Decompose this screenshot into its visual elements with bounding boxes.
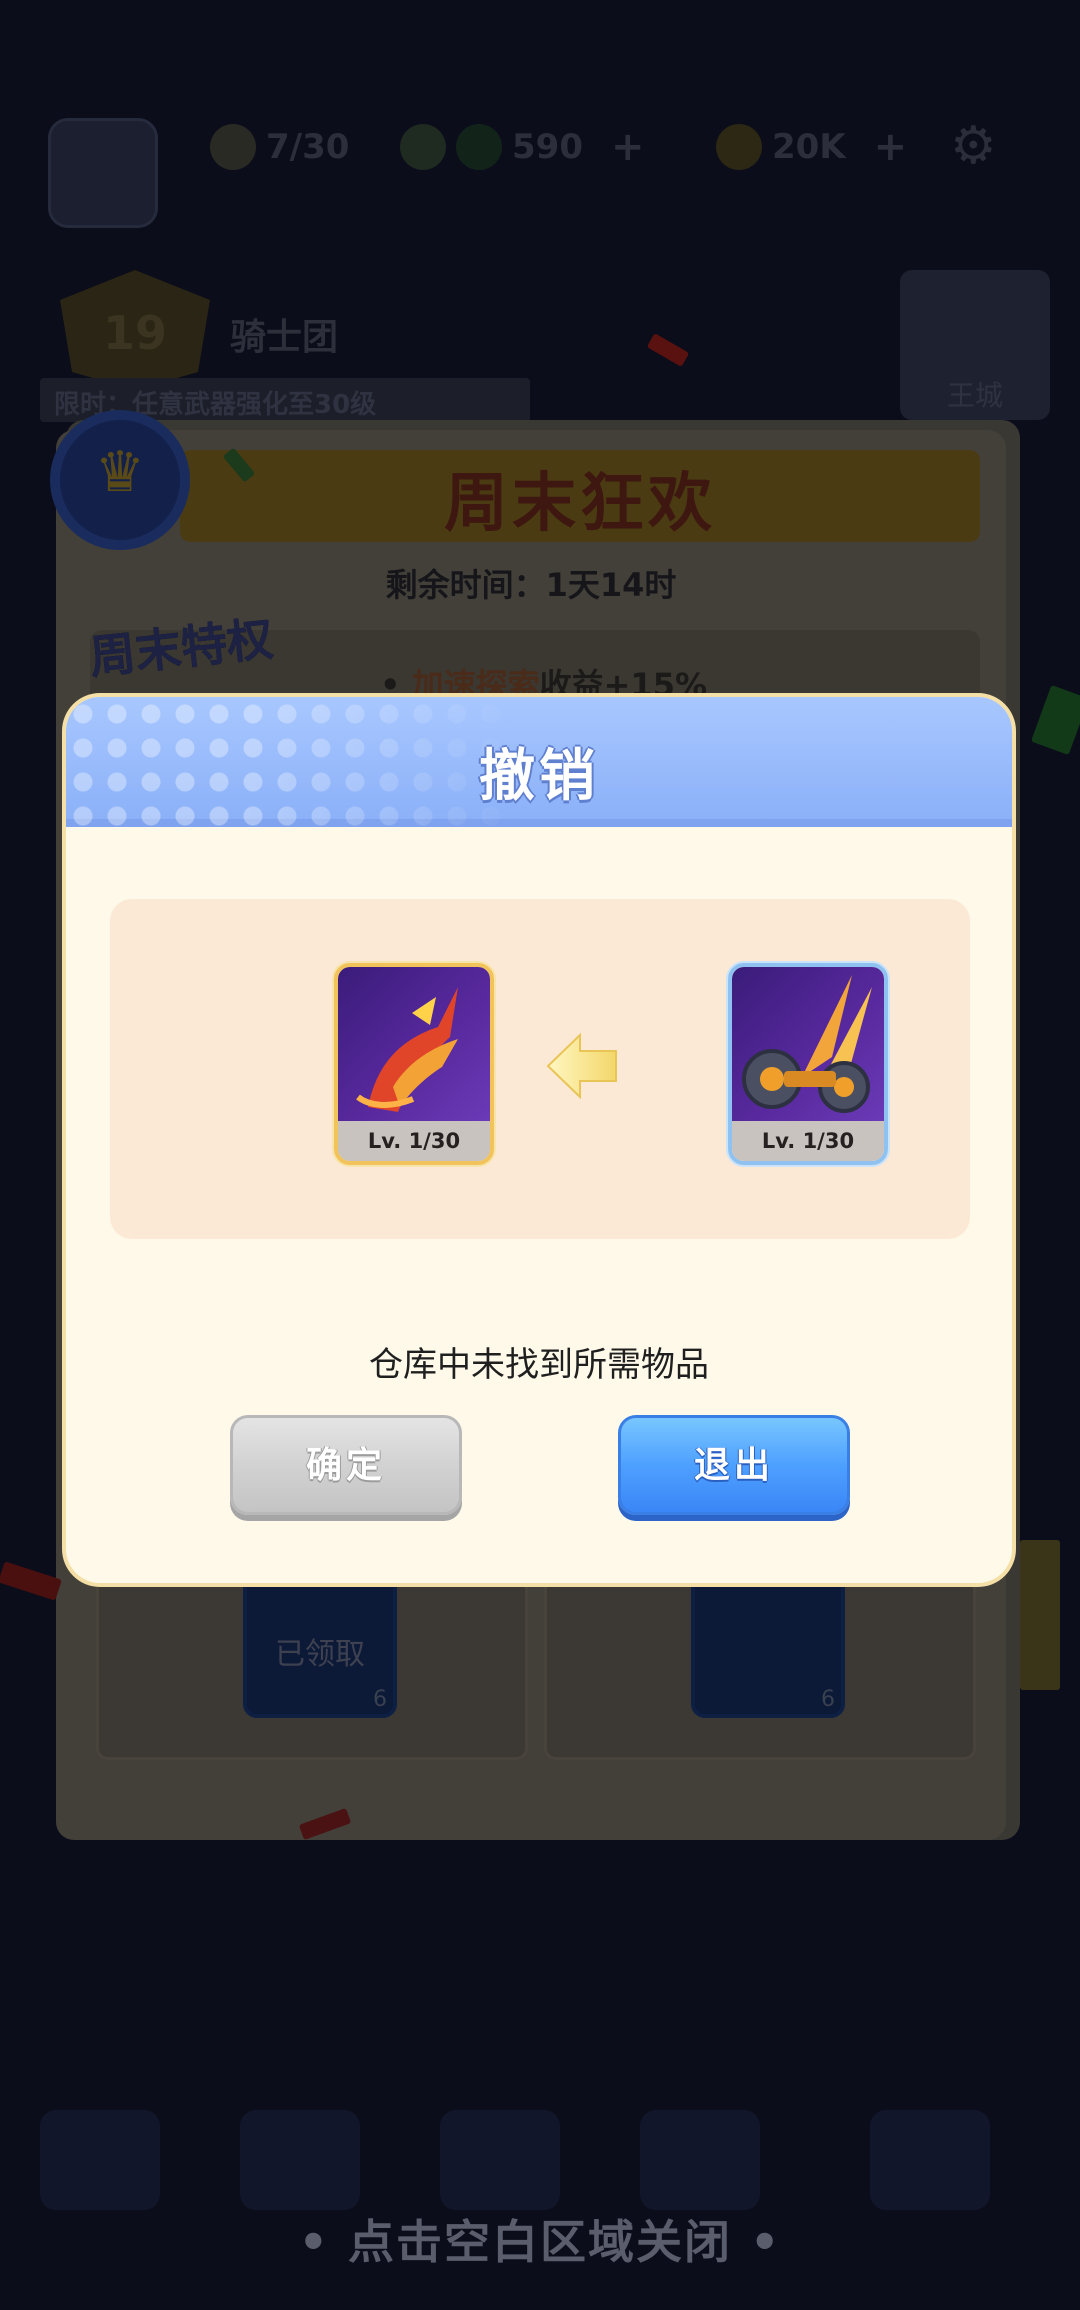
reward-count: 6 (821, 1687, 835, 1712)
exit-button[interactable]: 退出 (618, 1415, 850, 1515)
confetti (1030, 684, 1080, 756)
guild-level: 19 (102, 306, 167, 360)
dialog-title: 撤销 (479, 744, 599, 809)
claimed-label: 已领取 (275, 1637, 365, 1672)
king-city-button: 王城 (900, 270, 1050, 420)
guild-level-badge: 19 (60, 270, 210, 390)
gem-icon (400, 124, 446, 170)
energy-counter: 7/30 (210, 122, 349, 172)
coin-icon (716, 124, 762, 170)
guild-name: 骑士团 (230, 317, 339, 358)
confirm-button[interactable]: 确定 (230, 1415, 462, 1515)
coin-value: 20K (772, 127, 846, 167)
reward-item: 6 (691, 1573, 845, 1718)
energy-value: 7/30 (266, 127, 350, 167)
add-coins-icon: + (873, 124, 908, 170)
nav-guild-icon (640, 2110, 760, 2210)
reward-cell: 6 (544, 1570, 976, 1760)
event-title: 周末狂欢 (444, 467, 716, 541)
energy-icon (210, 124, 256, 170)
add-gems-icon: + (610, 124, 645, 170)
player-avatar (48, 118, 158, 228)
crown-ribbon-icon: ♛ (50, 410, 190, 550)
source-item-card: Lv. 1/30 (728, 963, 888, 1165)
confetti (0, 1561, 62, 1601)
shield-axe-icon (732, 967, 884, 1125)
revoke-dialog: 撤销 Lv. 1/30 Lv. 1/30 仓库中未找到所需物品 确定 退出 (66, 697, 1012, 1583)
nav-battle-icon (440, 2110, 560, 2210)
source-item-level: Lv. 1/30 (732, 1121, 884, 1161)
settings-gear-icon: ⚙ (950, 116, 997, 176)
gem-icon-secondary (456, 124, 502, 170)
reward-cell: 已领取 6 (96, 1570, 528, 1760)
remaining-time: 剩余时间：1天14时 (385, 566, 677, 604)
reward-count: 6 (373, 1687, 387, 1712)
dragon-bow-icon (338, 967, 490, 1125)
coin-counter: 20K + (716, 122, 907, 172)
reward-item-claimed: 已领取 6 (243, 1573, 397, 1718)
nav-map-icon (870, 2110, 990, 2210)
dialog-header: 撤销 (66, 697, 1012, 827)
dialog-message: 仓库中未找到所需物品 (369, 1345, 709, 1385)
reward-row: 已领取 6 6 (96, 1570, 976, 1760)
target-item-level: Lv. 1/30 (338, 1121, 490, 1161)
guild-row: 19 骑士团 限时：任意武器强化至30级 王城 (40, 270, 1050, 422)
gem-value: 590 (512, 127, 583, 167)
king-city-label: 王城 (946, 379, 1003, 412)
confetti (1020, 1540, 1060, 1690)
close-hint[interactable]: • 点击空白区域关闭 • (0, 2206, 1080, 2272)
nav-shop-icon (40, 2110, 160, 2210)
gem-counter: 590 + (400, 122, 645, 172)
arrow-left-icon (546, 1032, 617, 1100)
target-item-card: Lv. 1/30 (334, 963, 494, 1165)
bottom-nav (0, 2110, 1080, 2220)
nav-hero-icon (240, 2110, 360, 2210)
item-compare-panel: Lv. 1/30 Lv. 1/30 (110, 899, 970, 1239)
